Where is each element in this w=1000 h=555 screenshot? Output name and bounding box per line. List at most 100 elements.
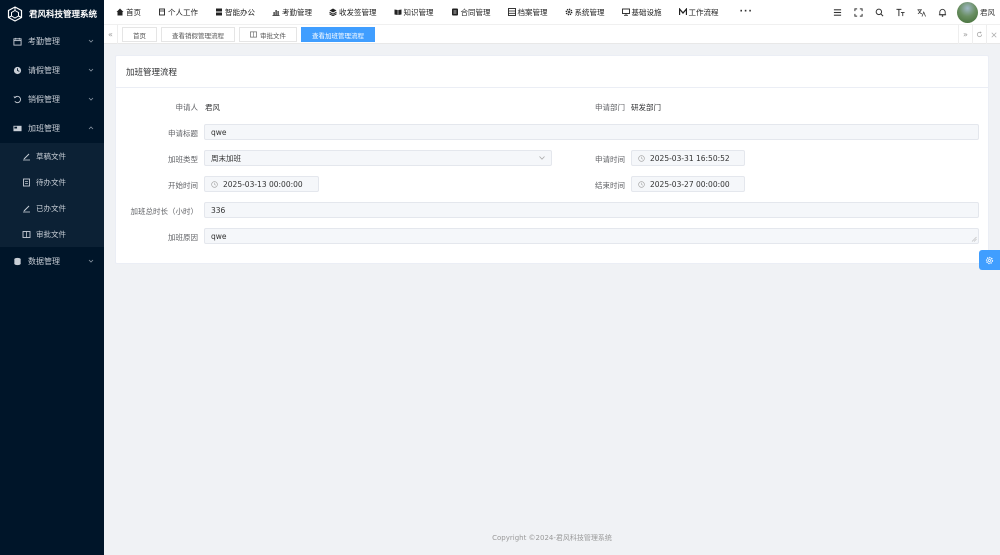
sidebar-item-cancel-leave[interactable]: 销假管理: [0, 85, 104, 114]
sidebar-item-data[interactable]: 数据管理: [0, 247, 104, 276]
start-time-label: 开始时间: [168, 181, 198, 190]
tab-label: 查看加班管理流程: [312, 31, 364, 40]
chevron-down-icon: [88, 68, 94, 72]
subject-label: 申请标题: [168, 129, 198, 138]
chevron-down-icon: [88, 97, 94, 101]
top-navbar: 首页 个人工作 智能办公 考勤管理 收发签管理 知识管理 合同管理 档案管理 系…: [104, 0, 1000, 25]
brand-title: 君风科技管理系统: [29, 9, 98, 20]
nav-archive[interactable]: 档案管理: [507, 7, 548, 18]
subject-input[interactable]: qwe: [204, 124, 979, 140]
sidebar-subitem-label: 待办文件: [36, 177, 66, 187]
close-icon[interactable]: [986, 25, 1000, 44]
brand[interactable]: 君风科技管理系统: [0, 0, 104, 27]
reason-label: 加班原因: [168, 233, 198, 242]
nav-infrastructure[interactable]: 基础设施: [621, 7, 662, 18]
clock-icon: [12, 66, 22, 76]
duration-input[interactable]: 336: [204, 202, 979, 218]
header-tools: 君风: [831, 0, 1000, 25]
apply-time-input[interactable]: 2025-03-31 16:50:52: [631, 150, 745, 166]
layers-icon: [329, 8, 337, 16]
applicant-value: 君风: [205, 103, 220, 112]
apply-time-value: 2025-03-31 16:50:52: [650, 153, 730, 163]
overtime-type-select[interactable]: 周末加班: [204, 150, 552, 166]
search-icon[interactable]: [873, 7, 885, 19]
translate-icon[interactable]: [915, 7, 927, 19]
tab-actions: »: [958, 25, 1000, 44]
avatar[interactable]: [957, 2, 978, 23]
sidebar-subitem-label: 已办文件: [36, 203, 66, 213]
nav-label: 个人工作: [168, 7, 198, 17]
nav-label: 收发签管理: [339, 7, 377, 17]
sidebar-subitem-todo[interactable]: 待办文件: [0, 169, 104, 195]
tab-view-overtime-flow[interactable]: 查看加班管理流程: [301, 27, 375, 42]
refresh-icon[interactable]: [972, 25, 986, 44]
bell-icon[interactable]: [936, 7, 948, 19]
clock-icon: [638, 154, 645, 162]
sidebar-item-label: 数据管理: [28, 257, 60, 266]
sidebar-item-label: 加班管理: [28, 124, 60, 133]
end-time-value: 2025-03-27 00:00:00: [650, 179, 730, 189]
nav-label: 合同管理: [460, 7, 491, 17]
pen-icon: [22, 204, 31, 213]
tab-home[interactable]: 首页: [122, 27, 157, 42]
sidebar-item-attendance[interactable]: 考勤管理: [0, 27, 104, 56]
start-time-value: 2025-03-13 00:00:00: [223, 179, 303, 189]
duration-value: 336: [211, 205, 226, 215]
tabs-scroll-right-icon[interactable]: »: [958, 25, 972, 44]
pen-icon: [22, 152, 31, 161]
end-time-input[interactable]: 2025-03-27 00:00:00: [631, 176, 745, 192]
nav-personal-work[interactable]: 个人工作: [158, 7, 198, 18]
nav-attendance[interactable]: 考勤管理: [272, 7, 312, 18]
user-name[interactable]: 君风: [980, 7, 995, 18]
undo-icon: [12, 95, 22, 105]
sidebar-subitem-approval[interactable]: 审批文件: [0, 221, 104, 247]
settings-float-button[interactable]: [979, 250, 1000, 270]
reason-value: qwe: [211, 231, 227, 241]
nav-knowledge[interactable]: 知识管理: [394, 7, 434, 18]
nav-more-button[interactable]: ···: [740, 7, 753, 17]
nav-label: 知识管理: [403, 7, 434, 17]
resize-handle-icon[interactable]: [971, 236, 977, 242]
sidebar-subitem-drafts[interactable]: 草稿文件: [0, 143, 104, 169]
sidebar-item-label: 销假管理: [28, 95, 60, 104]
office-icon: [216, 8, 222, 16]
sidebar-item-overtime[interactable]: 加班管理: [0, 114, 104, 143]
apply-time-label: 申请时间: [595, 155, 625, 164]
home-icon: [116, 8, 124, 16]
tab-view-leave-cancel-flow[interactable]: 查看销假管理流程: [161, 27, 235, 42]
archive-icon: [507, 8, 516, 16]
chart-icon: [272, 10, 280, 16]
sidebar-subitem-label: 审批文件: [36, 229, 66, 239]
applicant-label: 申请人: [175, 103, 199, 112]
tab-bar: « 首页 查看销假管理流程 审批文件 查看加班管理流程 »: [104, 25, 1000, 44]
gear-icon: [565, 8, 572, 16]
monitor-icon: [621, 8, 630, 16]
tab-approval-files[interactable]: 审批文件: [239, 27, 297, 42]
nav-contract[interactable]: 合同管理: [451, 7, 491, 18]
reason-textarea[interactable]: qwe: [204, 228, 979, 244]
nav-system[interactable]: 系统管理: [565, 7, 605, 18]
subject-value: qwe: [211, 127, 227, 137]
calendar-icon: [12, 37, 22, 47]
clock-icon: [638, 180, 645, 188]
fullscreen-icon[interactable]: [852, 7, 864, 19]
sidebar-subitem-done[interactable]: 已办文件: [0, 195, 104, 221]
book-icon: [250, 31, 257, 38]
start-time-input[interactable]: 2025-03-13 00:00:00: [204, 176, 319, 192]
department-label: 申请部门: [595, 103, 625, 112]
nav-label: 工作流程: [688, 7, 719, 17]
font-size-icon[interactable]: [894, 7, 906, 19]
overtime-submenu: 草稿文件 待办文件 已办文件 审批文件: [0, 143, 104, 247]
sidebar-item-leave[interactable]: 请假管理: [0, 56, 104, 85]
nav-send-receive[interactable]: 收发签管理: [329, 7, 377, 18]
nav-home[interactable]: 首页: [116, 7, 141, 18]
tabs-scroll-left-icon[interactable]: «: [104, 25, 118, 44]
menu-icon[interactable]: [831, 7, 843, 19]
nav-label: 考勤管理: [282, 7, 312, 17]
duration-label: 加班总时长（小时）: [130, 207, 199, 216]
nav-workflow[interactable]: 工作流程: [678, 7, 719, 18]
overtime-type-value: 周末加班: [211, 153, 241, 163]
nav-smart-office[interactable]: 智能办公: [215, 7, 255, 18]
overtime-form-card: 加班管理流程 申请人 君风 申请部门 研发部门 申请标题 qwe 加班类型 周末…: [115, 55, 989, 264]
sidebar-subitem-label: 草稿文件: [36, 151, 66, 161]
